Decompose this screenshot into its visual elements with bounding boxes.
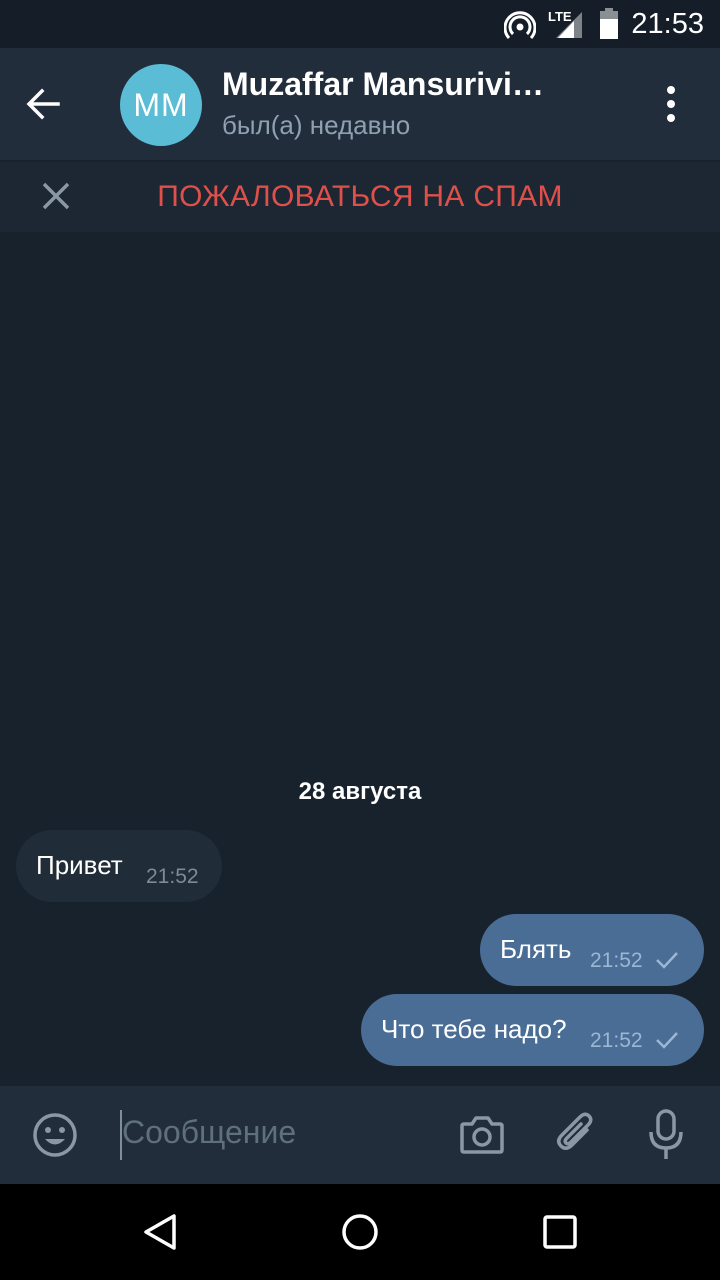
battery-icon (600, 8, 618, 39)
check-icon (656, 1032, 678, 1049)
system-nav-bar (0, 1184, 720, 1280)
nav-home-icon[interactable] (340, 1212, 380, 1252)
message-bubble-incoming[interactable]: Привет 21:52 (16, 830, 222, 902)
message-text: Привет (36, 850, 123, 880)
message-time: 21:52 (590, 1029, 643, 1052)
message-input[interactable] (122, 1114, 422, 1151)
back-arrow-icon[interactable] (22, 82, 66, 126)
status-time: 21:53 (631, 8, 704, 40)
status-bar: LTE 21:53 (0, 0, 720, 48)
message-bubble-outgoing[interactable]: Что тебе надо? 21:52 (361, 994, 704, 1066)
camera-icon[interactable] (458, 1112, 506, 1158)
message-time: 21:52 (590, 949, 643, 972)
message-time: 21:52 (146, 865, 199, 888)
more-vertical-icon[interactable] (654, 84, 688, 124)
hotspot-icon (504, 11, 536, 40)
message-text: Что тебе надо? (381, 1014, 567, 1044)
contact-name[interactable]: Muzaffar Mansurivi… (222, 66, 544, 103)
nav-back-icon[interactable] (140, 1212, 180, 1252)
signal-icon (556, 12, 582, 38)
report-spam-button[interactable]: ПОЖАЛОВАТЬСЯ НА СПАМ (0, 180, 720, 214)
emoji-icon[interactable] (32, 1112, 78, 1158)
contact-status: был(а) недавно (222, 110, 411, 140)
attach-icon[interactable] (554, 1110, 598, 1160)
spam-report-bar: ПОЖАЛОВАТЬСЯ НА СПАМ (0, 162, 720, 232)
check-icon (656, 952, 678, 969)
nav-recents-icon[interactable] (542, 1214, 578, 1250)
mic-icon[interactable] (646, 1108, 686, 1162)
avatar[interactable]: MM (120, 64, 202, 146)
message-text: Блять (500, 934, 572, 964)
message-bubble-outgoing[interactable]: Блять 21:52 (480, 914, 704, 986)
chat-header: MM Muzaffar Mansurivi… был(а) недавно (0, 48, 720, 160)
date-separator: 28 августа (298, 778, 422, 805)
message-composer (0, 1086, 720, 1184)
